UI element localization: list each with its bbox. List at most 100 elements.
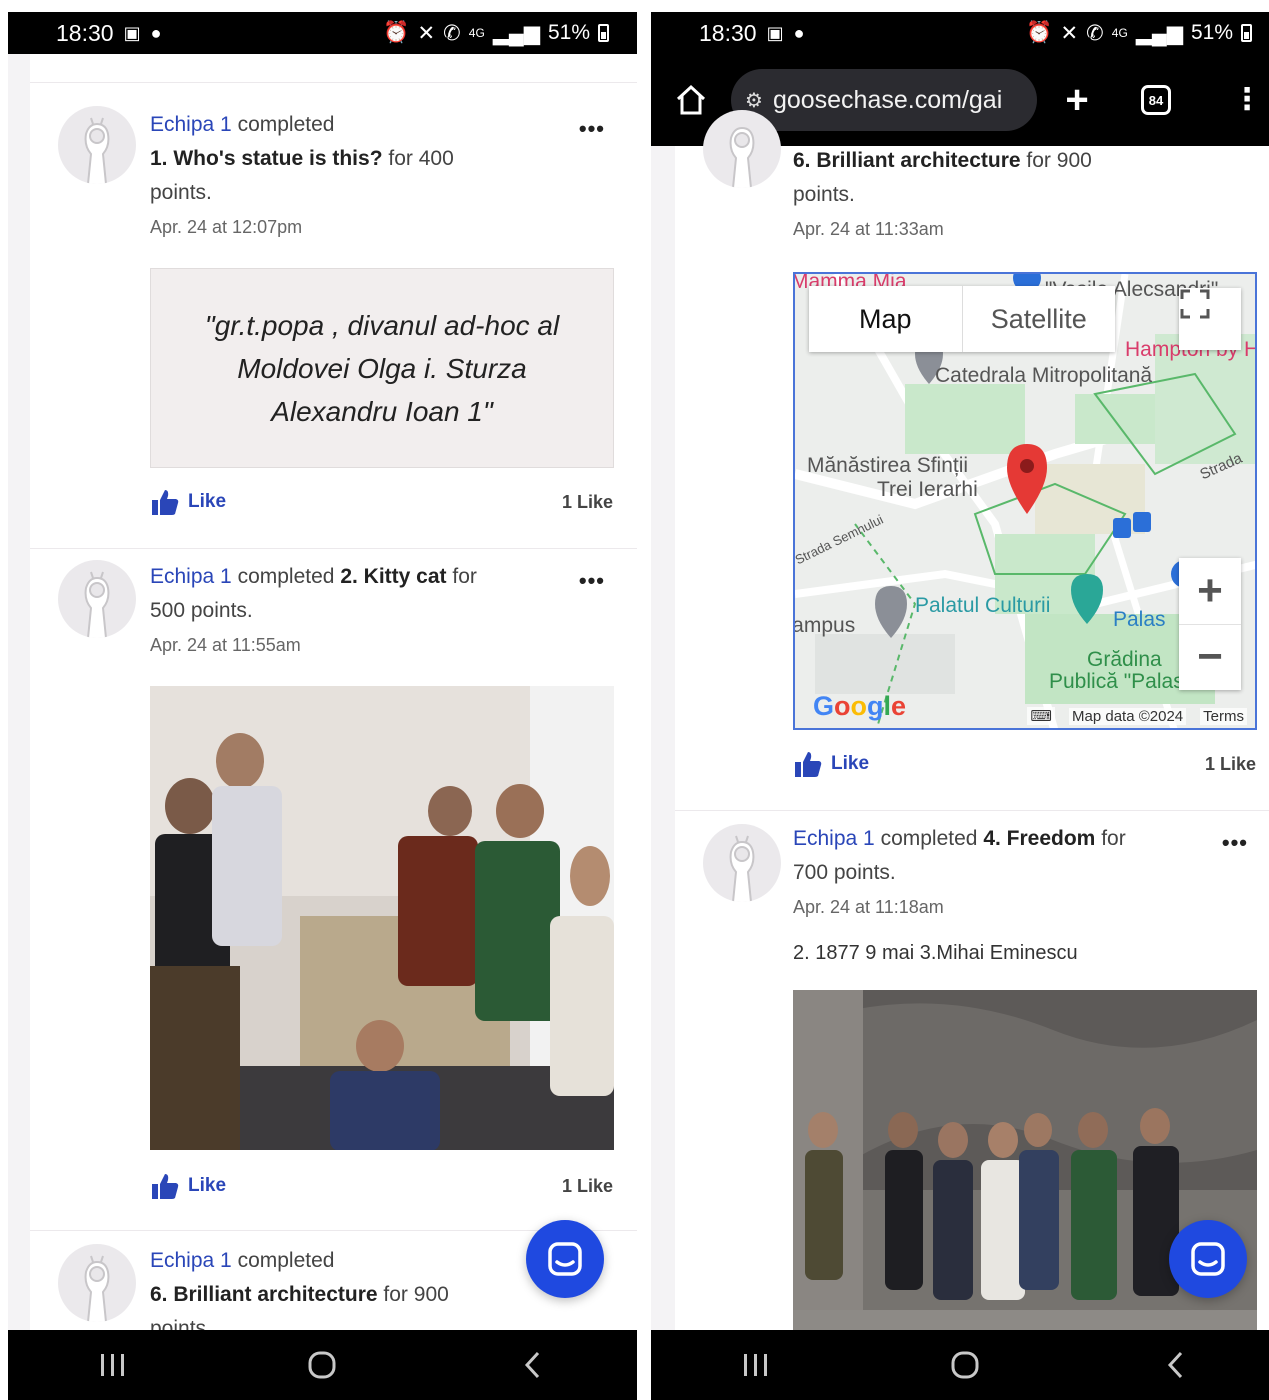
group-photo-image (793, 990, 1257, 1350)
more-options-button[interactable]: ••• (579, 116, 605, 142)
goose-icon (84, 1255, 110, 1322)
like-row: Like 1 Like (150, 1166, 613, 1206)
fullscreen-icon (1180, 289, 1210, 319)
site-settings-icon[interactable]: ⚙ (745, 88, 763, 113)
like-label: Like (831, 753, 870, 774)
post-date: Apr. 24 at 11:33am (793, 219, 944, 239)
post-verb: completed (880, 827, 978, 850)
post-meta: Echipa 1 completed 1. Who's statue is th… (150, 108, 597, 244)
browser-home-button[interactable] (669, 78, 713, 122)
mission-name[interactable]: 6. Brilliant architecture (793, 149, 1021, 172)
divider (675, 810, 1269, 811)
home-button[interactable] (262, 1350, 382, 1380)
like-row: Like 1 Like (793, 744, 1256, 784)
location-map[interactable]: Mamma Mia "Vasile Alecsandri" Hampton by… (793, 272, 1257, 730)
more-options-button[interactable]: ••• (579, 568, 605, 594)
thumbs-up-icon (150, 1171, 180, 1201)
fullscreen-button[interactable] (1179, 288, 1241, 350)
map-label: Grădina (1087, 648, 1162, 671)
recent-apps-icon (743, 1354, 767, 1376)
points-word: 700 points. (793, 861, 896, 884)
activity-feed[interactable]: Echipa 1 completed 1. Who's statue is th… (30, 54, 637, 1340)
submission-photo[interactable] (793, 990, 1257, 1350)
points-word: 500 points. (150, 599, 253, 622)
submission-photo[interactable] (150, 686, 614, 1150)
new-tab-button[interactable]: + (1055, 80, 1099, 120)
more-options-button[interactable]: ••• (1222, 830, 1248, 856)
points-word: points. (150, 181, 212, 204)
avatar[interactable] (58, 106, 136, 184)
post-verb: completed (237, 565, 335, 588)
mission-name[interactable]: 1. Who's statue is this? (150, 147, 383, 170)
avatar[interactable] (58, 560, 136, 638)
map-footer: ⌨ Map data ©2024 Terms (795, 704, 1255, 728)
post-verb: completed (237, 113, 335, 136)
thumbs-up-icon (150, 487, 180, 517)
post-meta: Echipa 1 completed 4. Freedom for 700 po… (793, 822, 1240, 924)
chat-bubble-icon: ● (793, 22, 805, 43)
divider (30, 548, 637, 549)
points-for: for 400 (388, 147, 454, 170)
network-type: 4G (1111, 26, 1128, 40)
like-count: 1 Like (561, 1175, 613, 1196)
mission-name[interactable]: 6. Brilliant architecture (150, 1283, 378, 1306)
group-photo-image (150, 686, 614, 1150)
status-bar: 18:30 ▣ ● ⏰ ✕ ✆ 4G ▂▄▆ 51% (651, 12, 1269, 54)
address-bar[interactable]: ⚙ goosechase.com/gai (731, 69, 1037, 131)
post-date: Apr. 24 at 11:55am (150, 635, 301, 655)
like-button[interactable]: Like (150, 1171, 226, 1201)
team-link[interactable]: Echipa 1 (150, 565, 232, 588)
system-nav-bar (651, 1330, 1269, 1400)
activity-feed[interactable]: 6. Brilliant architecture for 900 points… (675, 110, 1269, 1350)
avatar[interactable] (703, 110, 781, 188)
map-label: Mănăstirea Sfinții (807, 454, 969, 477)
chat-button[interactable] (526, 1220, 604, 1298)
back-button[interactable] (1115, 1350, 1235, 1380)
mute-icon: ✕ (417, 21, 436, 45)
post-meta: 6. Brilliant architecture for 900 points… (793, 144, 1240, 246)
avatar[interactable] (58, 1244, 136, 1322)
post-date: Apr. 24 at 11:18am (793, 897, 944, 917)
avatar[interactable] (703, 824, 781, 902)
like-button[interactable]: Like (150, 487, 226, 517)
terms-link[interactable]: Terms (1200, 707, 1247, 725)
signal-icon: ▂▄▆ (492, 21, 540, 45)
mission-name[interactable]: 2. Kitty cat (340, 565, 446, 588)
divider (30, 82, 637, 83)
team-link[interactable]: Echipa 1 (150, 113, 232, 136)
post-meta: Echipa 1 completed 2. Kitty cat for 500 … (150, 560, 597, 662)
network-type: 4G (468, 26, 485, 40)
mission-name[interactable]: 4. Freedom (983, 827, 1095, 850)
status-time: 18:30 (699, 19, 757, 46)
like-button[interactable]: Like (793, 749, 869, 779)
battery-percent: 51% (547, 21, 590, 44)
mute-icon: ✕ (1060, 21, 1079, 45)
thumbs-up-icon (793, 749, 823, 779)
map-tab[interactable]: Map (809, 286, 963, 352)
status-time: 18:30 (56, 19, 114, 46)
keyboard-icon[interactable]: ⌨ (1027, 707, 1056, 725)
satellite-tab[interactable]: Satellite (963, 286, 1116, 352)
back-button[interactable] (472, 1350, 592, 1380)
zoom-in-button[interactable]: + (1179, 558, 1241, 625)
chat-bubble-icon: ● (150, 22, 162, 43)
back-chevron-icon (525, 1351, 540, 1379)
house-icon (676, 84, 706, 115)
browser-menu-button[interactable]: ⋮ (1232, 85, 1262, 115)
zoom-controls: + − (1179, 558, 1241, 690)
team-link[interactable]: Echipa 1 (150, 1249, 232, 1272)
goose-icon (84, 117, 110, 184)
chat-button[interactable] (1169, 1220, 1247, 1298)
like-count: 1 Like (1204, 753, 1256, 774)
phone-screen-left: 18:30 ▣ ● ⏰ ✕ ✆ 4G ▂▄▆ 51% Echipa 1 comp… (8, 12, 637, 1400)
recent-apps-button[interactable] (696, 1352, 816, 1378)
home-button[interactable] (905, 1350, 1025, 1380)
gallery-icon: ▣ (123, 22, 141, 43)
alarm-icon: ⏰ (383, 21, 410, 44)
recent-apps-button[interactable] (53, 1352, 173, 1378)
map-type-toggle: Map Satellite (809, 286, 1115, 352)
map-data-attribution: Map data ©2024 (1069, 707, 1187, 725)
team-link[interactable]: Echipa 1 (793, 827, 875, 850)
tab-switcher-button[interactable]: 84 (1141, 85, 1171, 115)
zoom-out-button[interactable]: − (1179, 625, 1241, 691)
